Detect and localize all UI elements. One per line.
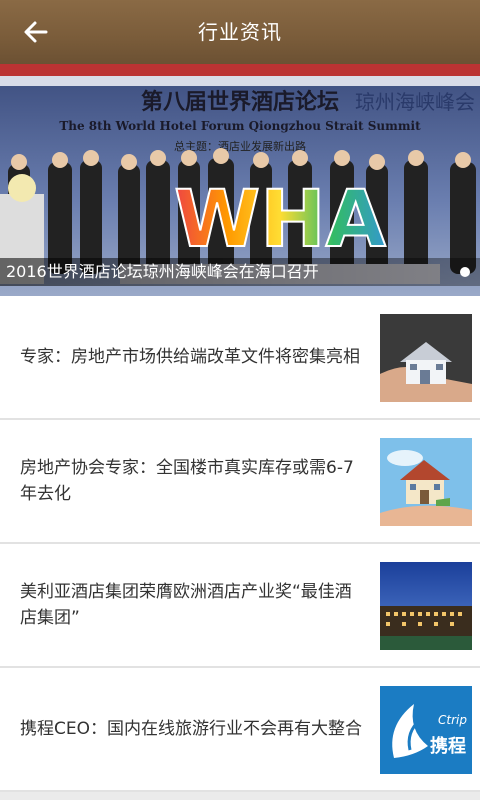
backdrop-title-en: The 8th World Hotel Forum Qiongzhou Stra… bbox=[59, 119, 421, 133]
ctrip-logo-cn: 携程 bbox=[430, 735, 466, 757]
wha-sculpture: WHA bbox=[174, 175, 386, 265]
house-in-hands-thumbnail bbox=[380, 314, 472, 402]
hotel-night-thumbnail bbox=[380, 562, 472, 650]
news-title: 房地产协会专家：全国楼市真实库存或需6-7年去化 bbox=[20, 458, 354, 504]
ctrip-logo-text: Ctrip bbox=[438, 713, 467, 727]
news-title: 专家：房地产市场供给端改革文件将密集亮相 bbox=[20, 347, 360, 367]
backdrop-theme: 总主题：酒店业发展新出路 bbox=[174, 139, 306, 153]
house-on-hand-sky-thumbnail bbox=[380, 438, 472, 526]
news-title: 美利亚酒店集团荣膺欧洲酒店产业奖“最佳酒店集团” bbox=[20, 582, 352, 628]
news-item[interactable]: 美利亚酒店集团荣膺欧洲酒店产业奖“最佳酒店集团” bbox=[0, 544, 480, 668]
banner-caption[interactable]: 2016世界酒店论坛琼州海峡峰会在海口召开 bbox=[0, 258, 480, 286]
ctrip-logo-thumbnail: Ctrip 携程 bbox=[380, 686, 472, 774]
backdrop-title: 第八届世界酒店论坛 bbox=[141, 89, 339, 115]
banner-carousel[interactable]: 第八届世界酒店论坛 琼州海峡峰会 The 8th World Hotel For… bbox=[0, 64, 480, 296]
backdrop-title-sub: 琼州海峡峰会 bbox=[355, 90, 475, 114]
news-item[interactable]: 携程CEO：国内在线旅游行业不会再有大整合 Ctrip 携程 bbox=[0, 668, 480, 792]
carousel-indicator-dot[interactable] bbox=[460, 267, 470, 277]
top-bar: 行业资讯 bbox=[0, 0, 480, 64]
news-list: 专家：房地产市场供给端改革文件将密集亮相 房地产协会专家：全国楼市真实库存或需6… bbox=[0, 296, 480, 792]
news-item[interactable]: 房地产协会专家：全国楼市真实库存或需6-7年去化 bbox=[0, 420, 480, 544]
news-title: 携程CEO：国内在线旅游行业不会再有大整合 bbox=[20, 719, 362, 739]
page-title: 行业资讯 bbox=[198, 20, 282, 44]
news-item[interactable]: 专家：房地产市场供给端改革文件将密集亮相 bbox=[0, 296, 480, 420]
